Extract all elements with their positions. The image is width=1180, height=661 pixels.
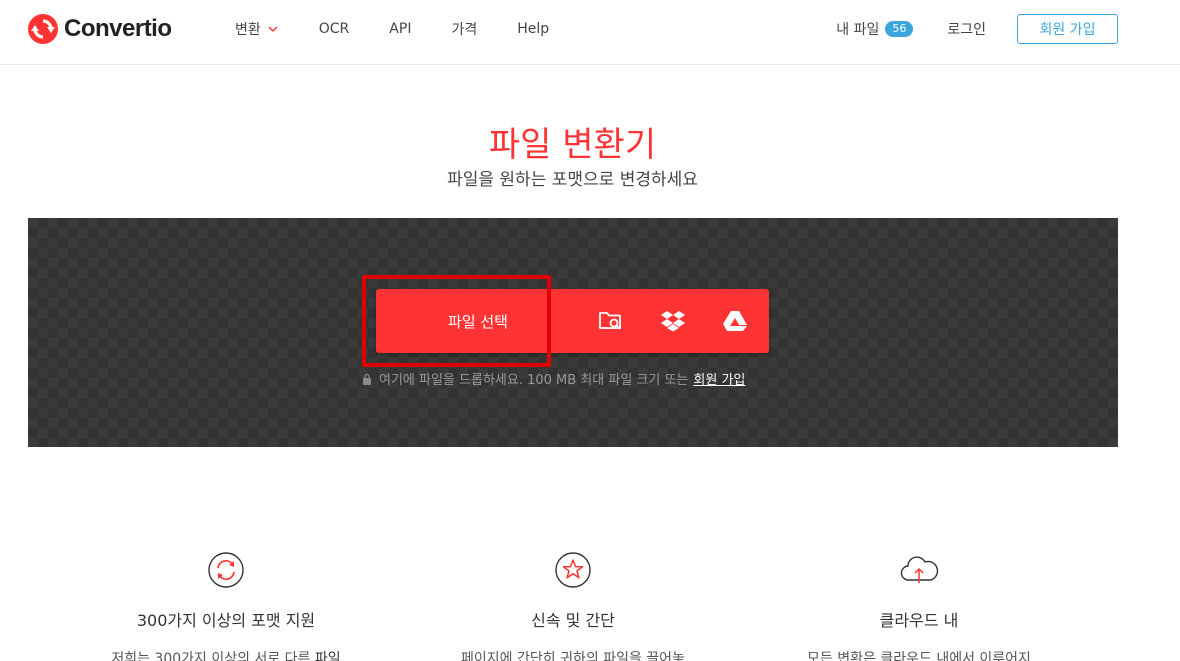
feature-title: 신속 및 간단	[531, 611, 615, 630]
drop-hint: 여기에 파일을 드롭하세요. 100 MB 최대 파일 크기 또는 회원 가입	[362, 369, 745, 388]
nav-item-convert[interactable]: 변환	[235, 19, 279, 39]
star-circle-icon	[555, 552, 591, 588]
cloud-upload-icon	[900, 556, 939, 583]
feature-desc-text: 모든 변환은 클라우드 내에서 이루어지	[807, 651, 1031, 661]
from-computer-button[interactable]	[580, 289, 642, 353]
page-title: 파일 변환기	[488, 125, 657, 165]
drop-hint-text: 여기에 파일을 드롭하세요. 100 MB 최대 파일 크기 또는	[379, 373, 689, 388]
feature-cloud: 클라우드 내 모든 변환은 클라우드 내에서 이루어지	[769, 550, 1069, 661]
file-count-badge: 56	[885, 21, 914, 37]
google-drive-icon	[723, 311, 747, 331]
file-drop-zone[interactable]: 파일 선택 여기에 파일을 드롭하세요. 100 MB 최대 파일 크기 또는 …	[28, 218, 1118, 447]
page-subtitle: 파일을 원하는 포맷으로 변경하세요	[447, 170, 698, 190]
nav-item-label: OCR	[318, 21, 350, 37]
feature-fast-easy: 신속 및 간단 페이지에 간단히 귀하의 파일을 끌어놓	[423, 550, 723, 661]
nav-item-help[interactable]: Help	[517, 21, 549, 37]
nav-item-api[interactable]: API	[389, 21, 411, 37]
feature-formats: 300가지 이상의 포맷 지원 저희는 300가지 이상의 서로 다른 파일	[76, 550, 376, 661]
signup-button[interactable]: 회원 가입	[1017, 14, 1118, 44]
feature-desc: 모든 변환은 클라우드 내에서 이루어지	[769, 648, 1069, 661]
feature-desc-text: 페이지에 간단히 귀하의 파일을 끌어놓	[461, 651, 685, 661]
main-nav: 변환 OCR API 가격 Help	[235, 0, 589, 58]
feature-desc: 저희는 300가지 이상의 서로 다른 파일	[76, 648, 376, 661]
account-nav: 내 파일 56 로그인 회원 가입	[836, 14, 1118, 44]
feature-desc-link[interactable]: 파일	[315, 651, 341, 661]
upload-button-group: 파일 선택	[376, 289, 769, 353]
from-google-drive-button[interactable]	[704, 289, 766, 353]
site-header: Convertio 변환 OCR API 가격 Help 내 파일 56 로그인…	[0, 0, 1180, 65]
convertio-logo[interactable]: Convertio	[28, 14, 172, 44]
drop-signup-link[interactable]: 회원 가입	[693, 369, 745, 388]
nav-item-label: API	[389, 21, 412, 37]
dropbox-icon	[661, 311, 685, 332]
my-files-label: 내 파일	[836, 22, 880, 38]
refresh-circle-icon	[208, 552, 244, 588]
nav-item-label: 변환	[235, 22, 261, 38]
logo-text: Convertio	[64, 15, 172, 42]
feature-desc: 페이지에 간단히 귀하의 파일을 끌어놓	[423, 648, 723, 661]
from-dropbox-button[interactable]	[642, 289, 704, 353]
chevron-down-icon	[268, 26, 278, 32]
logo-icon	[28, 14, 58, 44]
feature-desc-text: 저희는 300가지 이상의 서로 다른	[111, 651, 311, 661]
feature-title: 300가지 이상의 포맷 지원	[136, 611, 316, 630]
nav-item-ocr[interactable]: OCR	[319, 21, 350, 37]
folder-search-icon	[599, 312, 621, 330]
my-files-link[interactable]: 내 파일 56	[836, 19, 914, 39]
feature-title: 클라우드 내	[879, 611, 959, 630]
lock-icon	[363, 373, 371, 385]
login-link[interactable]: 로그인	[947, 19, 986, 39]
choose-files-button[interactable]: 파일 선택	[376, 289, 580, 353]
nav-item-label: 가격	[451, 22, 478, 38]
nav-item-pricing[interactable]: 가격	[451, 19, 477, 39]
nav-item-label: Help	[517, 21, 550, 37]
